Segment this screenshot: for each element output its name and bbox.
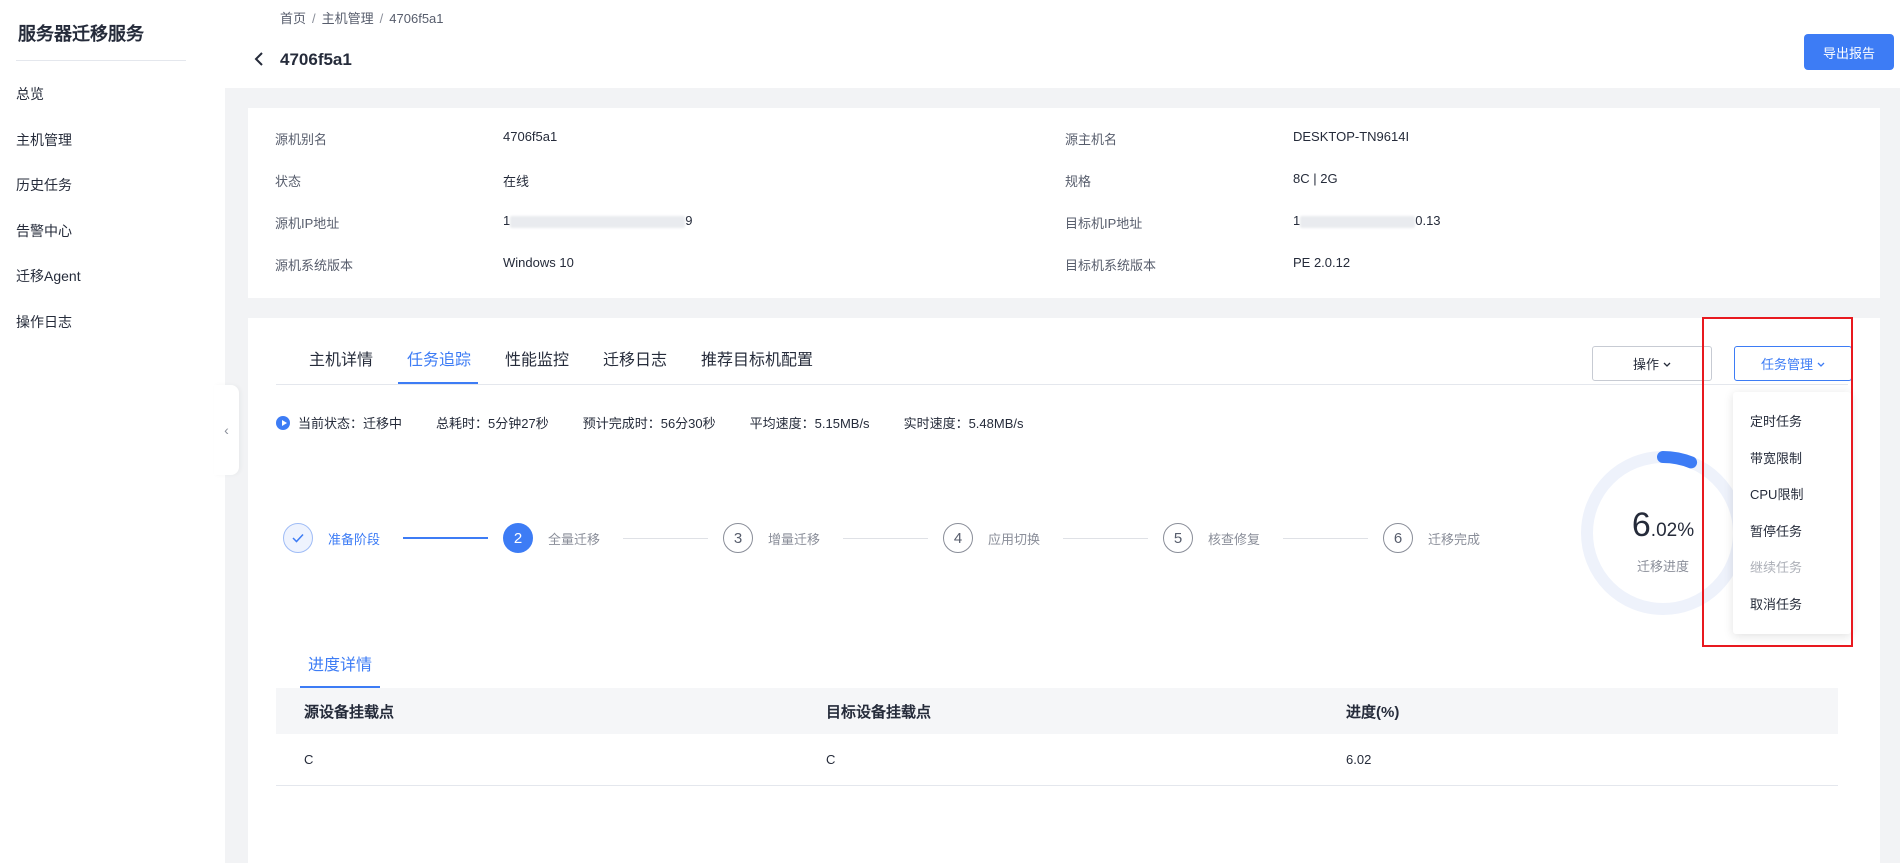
- sidebar: 服务器迁移服务 总览 主机管理 历史任务 告警中心 迁移Agent 操作日志: [0, 0, 225, 863]
- table-cell: C: [304, 752, 314, 767]
- redacted-mask: [1300, 215, 1416, 228]
- estimated-time: 预计完成时：56分30秒: [582, 416, 716, 431]
- chevron-down-icon: [1663, 356, 1671, 371]
- breadcrumb-home[interactable]: 首页: [280, 11, 306, 26]
- step-number: 5: [1163, 523, 1193, 553]
- chevron-left-icon: ‹: [224, 422, 229, 438]
- progress-table: 源设备挂载点 目标设备挂载点 进度(%) C C 6.02: [276, 688, 1838, 786]
- info-label: 源机系统版本: [275, 258, 354, 273]
- step-number: 2: [503, 523, 533, 553]
- breadcrumb-hosts[interactable]: 主机管理: [322, 11, 374, 26]
- table-row: C C 6.02: [276, 734, 1838, 786]
- breadcrumb-separator: /: [312, 11, 316, 26]
- column-header: 源设备挂载点: [304, 703, 395, 721]
- sidebar-menu: 总览 主机管理 历史任务 告警中心 迁移Agent 操作日志: [0, 72, 225, 345]
- breadcrumb-separator: /: [379, 11, 384, 26]
- table-cell: C: [826, 752, 836, 767]
- step-label: 增量迁移: [768, 531, 821, 547]
- info-value: DESKTOP-TN9614I: [1293, 129, 1410, 144]
- tab-migration-log[interactable]: 迁移日志: [603, 346, 667, 384]
- sidebar-item-overview[interactable]: 总览: [0, 72, 225, 118]
- step-connector: [403, 537, 488, 539]
- step-label: 准备阶段: [328, 531, 381, 547]
- info-label: 状态: [275, 174, 302, 189]
- table-header: 源设备挂载点 目标设备挂载点 进度(%): [276, 688, 1838, 734]
- step-number: 6: [1383, 523, 1413, 553]
- step-label: 核查修复: [1208, 531, 1261, 547]
- tab-recommended-config[interactable]: 推荐目标机配置: [701, 346, 813, 384]
- step-full-migration: 2 全量迁移: [503, 523, 600, 553]
- ip-prefix: 1: [1293, 213, 1301, 228]
- step-label: 应用切换: [988, 531, 1041, 547]
- column-header: 目标设备挂载点: [826, 703, 932, 721]
- running-icon: [276, 415, 290, 430]
- ip-suffix: 9: [685, 213, 693, 228]
- operate-button[interactable]: 操作: [1592, 346, 1712, 381]
- breadcrumb-current: 4706f5a1: [389, 11, 444, 26]
- sidebar-item-alerts[interactable]: 告警中心: [0, 209, 225, 255]
- progress-dec: .02%: [1650, 520, 1695, 541]
- table-cell: 6.02: [1346, 752, 1372, 767]
- step-number: 4: [943, 523, 973, 553]
- step-switchover: 4 应用切换: [943, 523, 1040, 553]
- back-arrow-icon[interactable]: [253, 50, 265, 71]
- target-ip-value: 1 0.13: [1293, 213, 1441, 228]
- realtime-speed: 实时速度：5.48MB/s: [903, 416, 1024, 431]
- elapsed-time: 总耗时：5分钟27秒: [436, 416, 549, 431]
- sidebar-item-agent[interactable]: 迁移Agent: [0, 254, 225, 300]
- step-number: 3: [723, 523, 753, 553]
- tab-performance[interactable]: 性能监控: [505, 346, 569, 384]
- step-complete: 6 迁移完成: [1383, 523, 1480, 553]
- host-info-card: 源机别名 4706f5a1 源主机名 DESKTOP-TN9614I 状态 在线…: [248, 108, 1880, 298]
- check-icon: [283, 523, 313, 553]
- export-report-button[interactable]: 导出报告: [1804, 34, 1894, 70]
- info-value: 4706f5a1: [503, 129, 558, 144]
- tab-task-tracking[interactable]: 任务追踪: [407, 346, 471, 384]
- highlight-annotation: [1702, 317, 1853, 647]
- info-label: 规格: [1065, 174, 1092, 189]
- sidebar-item-oplog[interactable]: 操作日志: [0, 300, 225, 346]
- step-incremental: 3 增量迁移: [723, 523, 820, 553]
- step-label: 全量迁移: [548, 531, 601, 547]
- step-connector: [623, 538, 708, 539]
- info-value: Windows 10: [503, 255, 574, 270]
- migration-steps: 准备阶段 2 全量迁移 3 增量迁移 4 应用切换 5 核查修复 6 迁移完成: [283, 523, 1583, 559]
- step-connector: [843, 538, 928, 539]
- sidebar-collapse-button[interactable]: ‹: [214, 385, 239, 475]
- page-header: 首页 / 主机管理 / 4706f5a1 4706f5a1 导出报告: [225, 0, 1900, 88]
- app-title: 服务器迁移服务: [18, 24, 144, 44]
- step-label: 迁移完成: [1428, 531, 1481, 547]
- page-title: 4706f5a1: [280, 50, 352, 69]
- tab-progress-detail[interactable]: 进度详情: [308, 651, 372, 675]
- sidebar-divider: [16, 60, 186, 61]
- operate-label: 操作: [1632, 357, 1659, 372]
- step-prepare: 准备阶段: [283, 523, 380, 553]
- info-label: 源主机名: [1065, 132, 1118, 147]
- info-value: 8C | 2G: [1293, 171, 1338, 186]
- step-connector: [1063, 538, 1148, 539]
- ip-suffix: 0.13: [1415, 213, 1441, 228]
- step-connector: [1283, 538, 1368, 539]
- info-label: 目标机IP地址: [1065, 216, 1143, 231]
- average-speed: 平均速度：5.15MB/s: [749, 416, 870, 431]
- info-value: PE 2.0.12: [1293, 255, 1351, 270]
- sidebar-item-hosts[interactable]: 主机管理: [0, 118, 225, 164]
- status-summary: 当前状态：迁移中 总耗时：5分钟27秒 预计完成时：56分30秒 平均速度：5.…: [276, 413, 1057, 432]
- column-header: 进度(%): [1346, 703, 1400, 721]
- ip-prefix: 1: [503, 213, 511, 228]
- info-label: 源机别名: [275, 132, 328, 147]
- sidebar-item-history[interactable]: 历史任务: [0, 163, 225, 209]
- current-status: 当前状态：迁移中: [298, 416, 403, 431]
- breadcrumb: 首页 / 主机管理 / 4706f5a1: [280, 8, 444, 27]
- tab-divider: [276, 384, 1848, 385]
- tab-host-details[interactable]: 主机详情: [309, 346, 373, 384]
- info-value: 在线: [503, 174, 530, 189]
- source-ip-value: 19: [503, 213, 692, 228]
- task-tracking-panel: 主机详情 任务追踪 性能监控 迁移日志 推荐目标机配置 操作 任务管理 当前状态…: [248, 318, 1880, 863]
- info-label: 源机IP地址: [275, 216, 340, 231]
- progress-int: 6: [1631, 506, 1651, 544]
- info-label: 目标机系统版本: [1065, 258, 1157, 273]
- step-verify: 5 核查修复: [1163, 523, 1260, 553]
- redacted-mask: [510, 215, 686, 228]
